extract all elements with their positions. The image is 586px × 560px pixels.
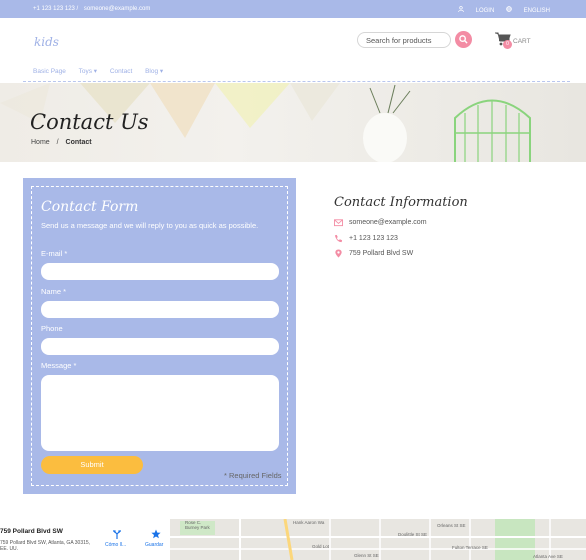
info-address: 759 Pollard Blvd SW <box>349 250 414 257</box>
directions-label: Cómo ll... <box>105 542 127 548</box>
map-label: Fulton Terrace SE <box>452 545 488 550</box>
login-label: LOGIN <box>475 8 495 14</box>
search-button[interactable] <box>455 31 472 48</box>
submit-button[interactable]: Submit <box>41 456 143 474</box>
nav-item-toys[interactable]: Toys ▾ <box>79 68 97 75</box>
cart-count-badge: 0 <box>503 40 512 49</box>
form-title: Contact Form <box>41 199 139 215</box>
language-label: ENGLISH <box>523 8 550 14</box>
message-label: Message * <box>41 361 77 370</box>
info-phone[interactable]: +1 123 123 123 <box>349 235 398 242</box>
topbar-email[interactable]: someone@example.com <box>84 6 150 12</box>
directions-icon <box>113 530 121 539</box>
map-label: Rose C. Burney Park <box>185 520 210 530</box>
nav-item-blog[interactable]: Blog ▾ <box>145 68 163 75</box>
breadcrumb-current: Contact <box>65 139 92 146</box>
map-label: Orleans St SE <box>437 523 466 528</box>
nav-item-contact[interactable]: Contact <box>110 68 132 75</box>
contact-info-title: Contact Information <box>334 195 468 210</box>
main-nav: Basic Page Toys ▾ Contact Blog ▾ <box>33 67 174 75</box>
hero-banner: Contact Us Home / Contact <box>0 83 586 162</box>
map-place-card: 759 Pollard Blvd SW 759 Pollard Blvd SW,… <box>0 519 170 560</box>
nav-item-basic-page[interactable]: Basic Page <box>33 68 66 75</box>
save-label: Guardar <box>145 542 164 548</box>
map-label: Doolittle St SE <box>398 532 428 537</box>
contact-form: Contact Form Send us a message and we wi… <box>31 186 288 486</box>
name-field[interactable] <box>41 301 279 318</box>
message-textarea[interactable] <box>41 375 279 451</box>
search-icon <box>459 35 468 44</box>
login-link[interactable]: LOGIN <box>458 6 496 14</box>
breadcrumb-home[interactable]: Home <box>31 139 50 146</box>
name-label: Name * <box>41 287 67 296</box>
globe-icon <box>506 6 512 12</box>
email-field[interactable] <box>41 263 279 280</box>
contact-form-panel: Contact Form Send us a message and we wi… <box>23 178 296 494</box>
map-label: Glenn St SE <box>354 553 379 558</box>
info-email[interactable]: someone@example.com <box>349 219 427 226</box>
breadcrumb-separator: / <box>56 139 59 146</box>
breadcrumb: Home / Contact <box>31 139 92 146</box>
topbar-phone[interactable]: +1 123 123 123 <box>33 6 75 12</box>
language-selector[interactable]: ENGLISH <box>506 6 550 14</box>
search-input[interactable]: Search for products <box>357 32 451 48</box>
form-subtitle: Send us a message and we will reply to y… <box>41 221 259 230</box>
phone-label: Phone <box>41 324 63 333</box>
cart-label[interactable]: CART <box>513 38 531 45</box>
user-icon <box>458 6 464 13</box>
phone-icon <box>334 234 343 243</box>
map-place-address: 759 Pollard Blvd SW, Atlanta, GA 30315, … <box>0 540 91 552</box>
map-directions-button[interactable]: Cómo ll... <box>105 530 127 548</box>
phone-field[interactable] <box>41 338 279 355</box>
map-label: Hank Aaron Wa <box>293 520 325 525</box>
site-logo[interactable]: kids <box>34 35 59 49</box>
map-save-button[interactable]: Guardar <box>145 529 164 548</box>
topbar-separator: / <box>76 6 79 12</box>
page-title: Contact Us <box>30 110 149 134</box>
star-icon <box>151 529 161 539</box>
site-header: kids Search for products 0 CART Basic Pa… <box>23 18 570 82</box>
top-bar: +1 123 123 123 / someone@example.com LOG… <box>0 0 586 18</box>
google-map[interactable]: Stewart Avenue Rose C. Burney Park Hank … <box>0 519 586 560</box>
email-label: E-mail * <box>41 249 68 258</box>
map-place-name: 759 Pollard Blvd SW <box>0 528 63 535</box>
map-label: Gold Lot <box>312 544 330 549</box>
map-label: Atlanta Ave SE <box>533 554 563 559</box>
required-fields-note: * Required Fields <box>224 471 282 480</box>
envelope-icon <box>334 219 343 227</box>
map-marker-icon <box>335 249 342 258</box>
